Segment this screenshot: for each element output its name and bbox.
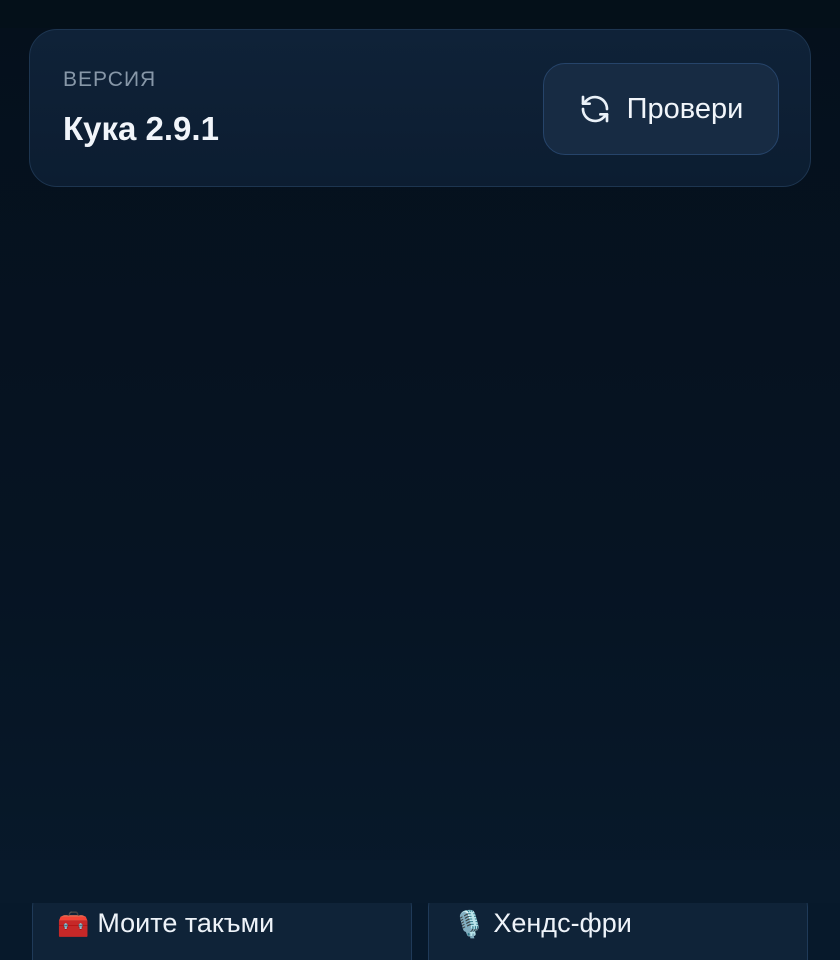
microphone-icon: 🎙️ bbox=[453, 908, 486, 939]
screen: ВЕРСИЯ Кука 2.9.1 Провери 🧰 Моите такъми… bbox=[0, 0, 840, 960]
my-tools-label: Моите такъми bbox=[97, 908, 275, 938]
hands-free-label: Хендс-фри bbox=[493, 908, 632, 938]
toolbox-icon: 🧰 bbox=[57, 908, 90, 939]
version-value: Кука 2.9.1 bbox=[63, 110, 219, 147]
content-fade bbox=[0, 860, 840, 903]
check-updates-label: Провери bbox=[626, 92, 744, 125]
check-updates-button[interactable]: Провери bbox=[543, 63, 779, 155]
refresh-icon bbox=[579, 93, 611, 125]
version-card: ВЕРСИЯ Кука 2.9.1 Провери bbox=[29, 29, 811, 187]
version-caption: ВЕРСИЯ bbox=[63, 68, 157, 91]
top-strip bbox=[0, 0, 840, 28]
